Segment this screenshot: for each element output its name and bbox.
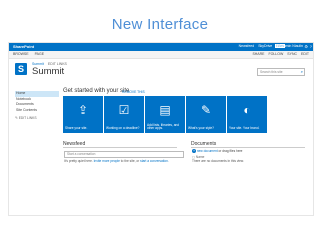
sharepoint-window: SharePoint Newsfeed SkyDrive Sites Benja…: [8, 42, 314, 216]
nav-item-site-contents[interactable]: Site Contents: [15, 108, 59, 114]
new-document-link[interactable]: new document: [197, 149, 218, 153]
tab-browse[interactable]: BROWSE: [13, 52, 29, 56]
new-document-suffix: or drag files here: [218, 149, 243, 153]
user-menu[interactable]: Benjamin Niaulin: [277, 44, 303, 48]
brush-icon: ✎: [200, 103, 212, 117]
tile-label: Your site. Your brand.: [229, 126, 260, 131]
edit-button[interactable]: EDIT: [301, 52, 309, 56]
search-input[interactable]: Search this site ⌕: [257, 68, 305, 76]
sync-button[interactable]: SYNC: [287, 52, 297, 56]
tile-label: Share your site.: [65, 126, 88, 131]
tab-page[interactable]: PAGE: [35, 52, 44, 56]
share-button[interactable]: SHARE: [252, 52, 264, 56]
brand-label[interactable]: SharePoint: [13, 44, 34, 49]
conversation-placeholder: Start a conversation: [67, 152, 96, 157]
tile-style[interactable]: ✎ What's your style?: [186, 96, 226, 133]
tile-label: Working on a deadline?: [106, 126, 140, 131]
slide-title: New Interface: [111, 16, 209, 33]
site-logo[interactable]: S: [15, 63, 27, 75]
nav-edit-label: EDIT LINKS: [18, 116, 37, 120]
documents-divider: [191, 147, 305, 148]
suite-bar: SharePoint Newsfeed SkyDrive Sites Benja…: [9, 43, 313, 51]
tile-brand[interactable]: ◐ Your site. Your brand.: [227, 96, 267, 133]
tile-deadline[interactable]: ☑ Working on a deadline?: [104, 96, 144, 133]
search-placeholder: Search this site: [260, 69, 283, 74]
search-icon[interactable]: ⌕: [301, 69, 303, 74]
feed-msg-mid: to the site, or: [120, 159, 140, 163]
tile-share[interactable]: ⇪ Share your site.: [63, 96, 103, 133]
new-document-row: + new document or drag files here: [192, 149, 243, 154]
apps-icon: ▤: [159, 103, 171, 117]
plus-icon[interactable]: +: [192, 149, 196, 154]
suite-link-newsfeed[interactable]: Newsfeed: [238, 44, 256, 48]
invite-people-link[interactable]: Invite more people: [94, 159, 120, 163]
share-icon: ⇪: [77, 103, 89, 117]
get-started-tiles: ⇪ Share your site. ☑ Working on a deadli…: [63, 96, 267, 133]
newsfeed-divider: [63, 147, 177, 148]
tile-label: What's your style?: [188, 126, 214, 131]
checklist-icon: ☑: [118, 103, 130, 117]
conversation-input[interactable]: Start a conversation: [64, 151, 184, 158]
suite-link-skydrive[interactable]: SkyDrive: [257, 44, 273, 48]
nav-edit-links[interactable]: ✎ EDIT LINKS: [15, 116, 59, 120]
get-started-title: Get started with your site: [63, 88, 130, 94]
help-icon[interactable]: ?: [310, 44, 312, 49]
site-logo-letter: S: [18, 64, 25, 74]
follow-button[interactable]: FOLLOW: [269, 52, 284, 56]
feed-msg-pre: It's pretty quiet here.: [64, 159, 93, 163]
ribbon: BROWSE PAGE SHARE FOLLOW SYNC EDIT: [9, 51, 313, 59]
page-title: Summit: [32, 66, 65, 77]
gear-icon[interactable]: ⚙: [304, 44, 308, 49]
remove-this-link[interactable]: REMOVE THIS: [122, 90, 145, 94]
tile-label: Add lists, libraries, and other apps.: [147, 122, 180, 131]
tile-add-apps[interactable]: ▤ Add lists, libraries, and other apps.: [145, 96, 185, 133]
start-conversation-link[interactable]: start a conversation.: [140, 159, 169, 163]
newsfeed-message: It's pretty quiet here. Invite more peop…: [64, 159, 169, 163]
documents-empty-message: There are no documents in this view.: [192, 159, 244, 163]
left-nav: Home Notebook Documents Site Contents ✎ …: [15, 91, 59, 120]
brand-icon: ◐: [243, 103, 251, 117]
